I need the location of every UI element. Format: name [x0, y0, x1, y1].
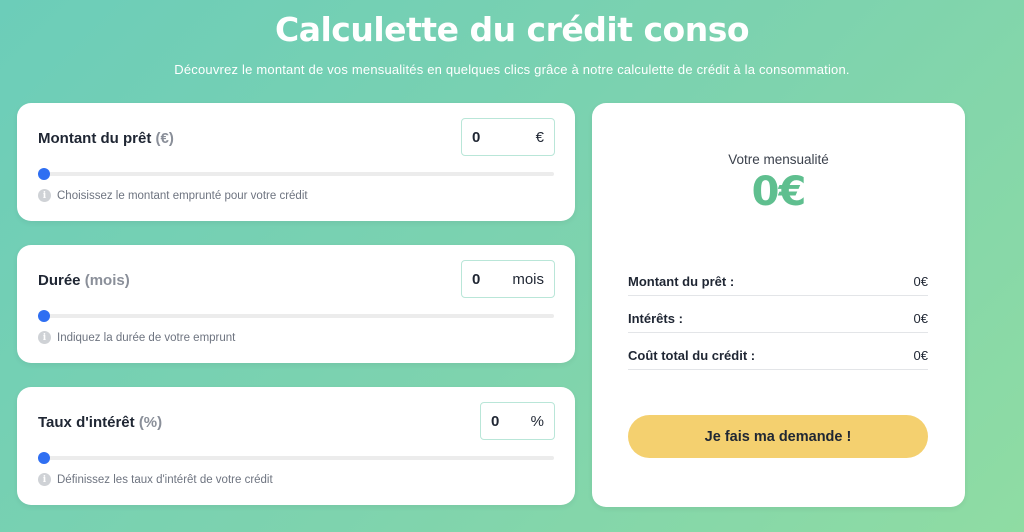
duration-slider[interactable]: [38, 310, 554, 322]
summary-row-interest: Intérêts : 0€: [628, 305, 928, 333]
summary-row-loan-amount: Montant du prêt : 0€: [628, 268, 928, 296]
loan-amount-card: Montant du prêt (€) 0 € i Choisissez le …: [17, 103, 575, 221]
loan-amount-hint: i Choisissez le montant emprunté pour vo…: [38, 189, 308, 202]
duration-value[interactable]: 0: [472, 271, 512, 288]
interest-rate-label-text: Taux d'intérêt: [38, 414, 135, 431]
duration-slider-thumb[interactable]: [38, 310, 50, 322]
percent-suffix: %: [530, 412, 544, 430]
duration-input[interactable]: 0 mois: [461, 260, 555, 298]
loan-amount-slider[interactable]: [38, 168, 554, 180]
interest-rate-value[interactable]: 0: [491, 413, 531, 430]
loan-amount-label: Montant du prêt (€): [38, 130, 174, 147]
loan-amount-value[interactable]: 0: [472, 129, 536, 146]
page-subtitle: Découvrez le montant de vos mensualités …: [174, 62, 850, 77]
interest-rate-input[interactable]: 0 %: [480, 402, 555, 440]
summary-key: Coût total du crédit :: [628, 348, 756, 363]
interest-rate-card: Taux d'intérêt (%) 0 % i Définissez les …: [17, 387, 575, 505]
loan-amount-label-text: Montant du prêt: [38, 130, 152, 147]
duration-hint-text: Indiquez la durée de votre emprunt: [57, 331, 236, 344]
info-icon: i: [38, 331, 51, 344]
duration-card: Durée (mois) 0 mois i Indiquez la durée …: [17, 245, 575, 363]
duration-label-text: Durée: [38, 272, 81, 289]
duration-label: Durée (mois): [38, 272, 130, 289]
interest-rate-label: Taux d'intérêt (%): [38, 414, 162, 431]
summary-key: Intérêts :: [628, 311, 683, 326]
monthly-payment-label: Votre mensualité: [728, 152, 829, 167]
summary-value: 0€: [913, 274, 928, 289]
summary-value: 0€: [913, 348, 928, 363]
info-icon: i: [38, 473, 51, 486]
duration-unit: (mois): [84, 272, 130, 289]
interest-rate-slider[interactable]: [38, 452, 554, 464]
loan-amount-hint-text: Choisissez le montant emprunté pour votr…: [57, 189, 308, 202]
info-icon: i: [38, 189, 51, 202]
duration-hint: i Indiquez la durée de votre emprunt: [38, 331, 235, 344]
interest-rate-unit: (%): [138, 414, 163, 431]
page-title: Calculette du crédit conso: [274, 10, 750, 49]
apply-button[interactable]: Je fais ma demande !: [628, 415, 928, 458]
summary-value: 0€: [913, 311, 928, 326]
monthly-payment-value: 0€: [751, 169, 807, 215]
loan-amount-unit: (€): [155, 130, 174, 147]
loan-amount-input[interactable]: 0 €: [461, 118, 555, 156]
mois-suffix: mois: [512, 270, 544, 288]
euro-suffix: €: [535, 128, 544, 146]
summary-row-total-cost: Coût total du crédit : 0€: [628, 342, 928, 370]
loan-amount-slider-thumb[interactable]: [38, 168, 50, 180]
interest-rate-slider-thumb[interactable]: [38, 452, 50, 464]
interest-rate-hint-text: Définissez les taux d'intérêt de votre c…: [57, 473, 273, 486]
result-panel: Votre mensualité 0€ Montant du prêt : 0€…: [592, 103, 965, 507]
interest-rate-hint: i Définissez les taux d'intérêt de votre…: [38, 473, 273, 486]
summary-key: Montant du prêt :: [628, 274, 735, 289]
